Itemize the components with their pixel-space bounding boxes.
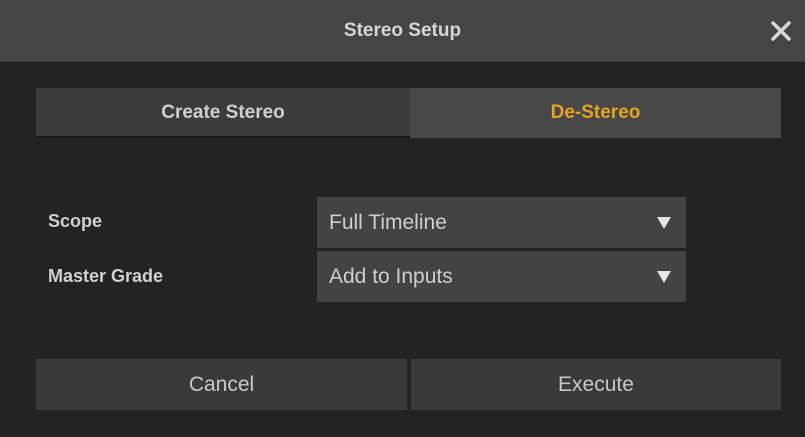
triangle-down-icon xyxy=(657,217,671,229)
execute-button[interactable]: Execute xyxy=(411,359,781,410)
scope-dropdown-value: Full Timeline xyxy=(329,211,447,234)
master-grade-dropdown[interactable]: Add to Inputs xyxy=(317,251,686,302)
master-grade-label: Master Grade xyxy=(48,266,164,286)
tab-create-stereo[interactable]: Create Stereo xyxy=(36,88,410,138)
dialog-title: Stereo Setup xyxy=(343,20,462,41)
master-grade-dropdown-value: Add to Inputs xyxy=(329,265,453,288)
scope-dropdown[interactable]: Full Timeline xyxy=(317,197,686,248)
close-icon xyxy=(771,21,791,41)
scope-label: Scope xyxy=(48,211,103,231)
tab-de-stereo[interactable]: De-Stereo xyxy=(410,88,781,138)
triangle-down-icon xyxy=(657,271,671,283)
stereo-setup-dialog: Stereo Setup Create Stereo De-Stereo Sco… xyxy=(0,0,805,437)
dialog-titlebar: Stereo Setup xyxy=(0,0,805,62)
close-button[interactable] xyxy=(765,15,797,47)
cancel-button[interactable]: Cancel xyxy=(36,359,407,410)
